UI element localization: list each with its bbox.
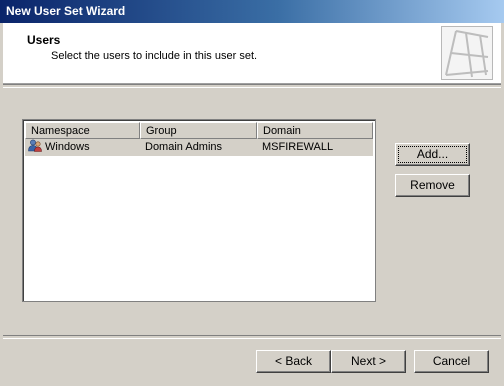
users-list[interactable]: Namespace Group Domain Windows Domain Ad… — [22, 119, 376, 302]
add-button[interactable]: Add... — [395, 143, 470, 166]
page-title: Users — [27, 33, 61, 47]
column-header-group[interactable]: Group — [140, 122, 257, 139]
column-header-domain[interactable]: Domain — [257, 122, 373, 139]
domain-cell: MSFIREWALL — [262, 141, 334, 153]
column-header-namespace[interactable]: Namespace — [25, 122, 140, 139]
user-group-icon — [28, 139, 42, 152]
wizard-header: Users Select the users to include in thi… — [3, 23, 501, 84]
wizard-banner-icon — [441, 26, 493, 80]
title-bar: New User Set Wizard — [0, 0, 504, 23]
list-item[interactable]: Windows Domain Admins MSFIREWALL — [25, 139, 373, 156]
cancel-button[interactable]: Cancel — [414, 350, 489, 373]
back-button[interactable]: < Back — [256, 350, 331, 373]
window-title: New User Set Wizard — [6, 4, 126, 18]
footer-separator — [3, 335, 501, 339]
header-separator — [3, 84, 501, 88]
remove-button[interactable]: Remove — [395, 174, 470, 197]
group-cell: Domain Admins — [145, 141, 223, 153]
list-header: Namespace Group Domain — [25, 122, 373, 139]
next-button[interactable]: Next > — [331, 350, 406, 373]
namespace-cell: Windows — [25, 139, 140, 156]
namespace-value: Windows — [45, 141, 90, 153]
page-subtitle: Select the users to include in this user… — [51, 50, 258, 62]
